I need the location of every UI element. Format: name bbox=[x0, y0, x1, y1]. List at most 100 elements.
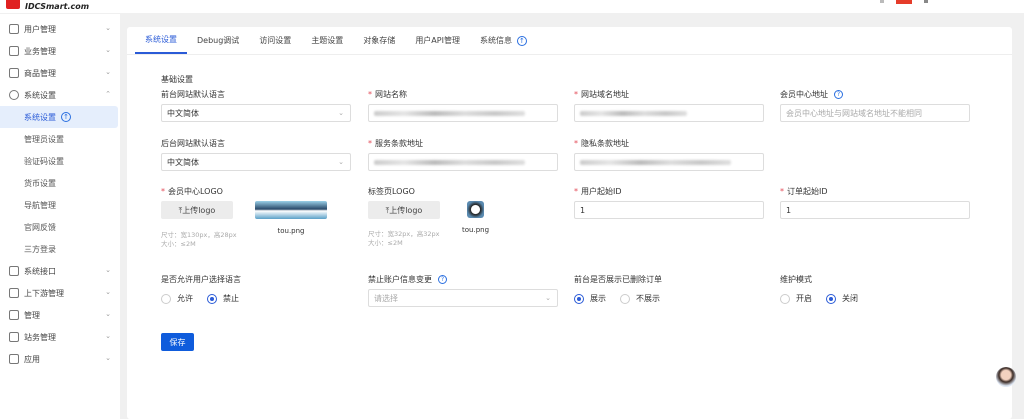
label: 管理 bbox=[24, 310, 40, 320]
chevron-down-icon: ⌄ bbox=[105, 266, 111, 274]
chevron-down-icon: ⌄ bbox=[105, 68, 111, 76]
site-name-field: * 网站名称 bbox=[368, 88, 558, 122]
label: 上下游管理 bbox=[24, 288, 64, 298]
tab-logo-field: 标签页LOGO ⤒上传logo tou.png 尺寸：宽32px，高32px 大小… bbox=[368, 185, 558, 248]
site-name-input[interactable] bbox=[368, 104, 558, 122]
label: 网站域名地址 bbox=[581, 89, 629, 99]
help-icon[interactable]: ? bbox=[834, 89, 843, 99]
network-icon bbox=[9, 288, 19, 298]
file-name: tou.png bbox=[462, 226, 490, 234]
scrollbar[interactable] bbox=[1012, 27, 1024, 419]
site-domain-input[interactable] bbox=[574, 104, 764, 122]
label: 系统信息 bbox=[479, 36, 512, 45]
upload-tab-logo-button[interactable]: ⤒上传logo bbox=[368, 201, 440, 219]
user-icon bbox=[9, 24, 19, 34]
logo-text: IDCSmart.com bbox=[25, 1, 90, 11]
badge-icon[interactable] bbox=[896, 0, 912, 4]
chevron-down-icon: ⌄ bbox=[105, 24, 111, 32]
tab-system-settings[interactable]: 系统设置 bbox=[135, 27, 187, 54]
required-mark: * bbox=[161, 186, 165, 196]
notification-icon[interactable] bbox=[880, 0, 884, 3]
sidebar-subitem-captcha[interactable]: 验证码设置 bbox=[0, 150, 120, 172]
sidebar-item-business[interactable]: 业务管理 ⌄ bbox=[0, 40, 120, 62]
required-mark: * bbox=[574, 186, 578, 196]
tab-access[interactable]: 访问设置 bbox=[249, 27, 301, 54]
cart-icon bbox=[9, 68, 19, 78]
member-url-input[interactable]: 会员中心地址与网站域名地址不能相同 bbox=[780, 104, 970, 122]
sidebar-item-system[interactable]: 系统设置 ⌃ bbox=[0, 84, 120, 106]
sidebar-subitem-system-settings[interactable]: 系统设置 ↑ bbox=[0, 106, 118, 128]
radio-show[interactable]: 展示 bbox=[574, 293, 606, 304]
label: 前台网站默认语言 bbox=[161, 89, 225, 99]
upload-member-logo-button[interactable]: ⤒上传logo bbox=[161, 201, 233, 219]
label: 隐私条款地址 bbox=[581, 138, 629, 148]
label: 应用 bbox=[24, 354, 40, 364]
chevron-down-icon: ⌄ bbox=[545, 294, 551, 302]
folder-plus-icon bbox=[9, 332, 19, 342]
required-mark: * bbox=[368, 138, 372, 148]
tab-system-info[interactable]: 系统信息 ↑ bbox=[470, 27, 537, 54]
radio-forbid[interactable]: 禁止 bbox=[207, 293, 239, 304]
required-mark: * bbox=[780, 186, 784, 196]
sidebar-item-user[interactable]: 用户管理 ⌄ bbox=[0, 18, 120, 40]
show-deleted-field: 前台是否展示已删除订单 展示 不展示 bbox=[574, 273, 764, 304]
tab-storage[interactable]: 对象存储 bbox=[353, 27, 405, 54]
tab-bar: 系统设置 Debug调试 访问设置 主题设置 对象存储 用户API管理 系统信息… bbox=[127, 27, 1012, 55]
user-start-id-input[interactable]: 1 bbox=[574, 201, 764, 219]
radio-circle bbox=[620, 293, 630, 304]
admin-lang-select[interactable]: 中文简体 ⌄ bbox=[161, 153, 351, 171]
sidebar-item-api[interactable]: 系统接口 ⌄ bbox=[0, 260, 120, 282]
radio-circle bbox=[161, 293, 171, 304]
tab-user-api[interactable]: 用户API管理 bbox=[405, 27, 470, 54]
box-icon bbox=[9, 354, 19, 364]
maintenance-field: 维护模式 开启 关闭 bbox=[780, 273, 970, 304]
logo[interactable]: IDCSmart.com bbox=[6, 0, 89, 12]
sidebar-subitem-currency[interactable]: 货币设置 bbox=[0, 172, 120, 194]
user-menu-icon[interactable] bbox=[924, 0, 928, 3]
user-start-id-field: * 用户起始ID 1 bbox=[574, 185, 764, 219]
chevron-down-icon: ⌄ bbox=[338, 109, 344, 117]
sidebar-item-apps[interactable]: 应用 ⌄ bbox=[0, 348, 120, 370]
order-start-id-input[interactable]: 1 bbox=[780, 201, 970, 219]
radio-allow[interactable]: 允许 bbox=[161, 293, 193, 304]
front-lang-select[interactable]: 中文简体 ⌄ bbox=[161, 104, 351, 122]
spark-icon bbox=[9, 310, 19, 320]
label: 订单起始ID bbox=[787, 186, 828, 196]
tab-theme[interactable]: 主题设置 bbox=[301, 27, 353, 54]
forbid-change-select[interactable]: 请选择 ⌄ bbox=[368, 289, 558, 307]
sidebar-item-upstream[interactable]: 上下游管理 ⌄ bbox=[0, 282, 120, 304]
sidebar-item-product[interactable]: 商品管理 ⌄ bbox=[0, 62, 120, 84]
chevron-down-icon: ⌄ bbox=[105, 288, 111, 296]
save-button[interactable]: 保存 bbox=[161, 333, 194, 351]
sidebar-subitem-navigation[interactable]: 导航管理 bbox=[0, 194, 120, 216]
radio-circle bbox=[780, 293, 790, 304]
document-icon bbox=[9, 46, 19, 56]
file-name: tou.png bbox=[277, 227, 305, 235]
required-mark: * bbox=[574, 89, 578, 99]
radio-on[interactable]: 开启 bbox=[780, 293, 812, 304]
sidebar-item-site[interactable]: 站务管理 ⌄ bbox=[0, 326, 120, 348]
sidebar-subitem-feedback[interactable]: 官网反馈 bbox=[0, 216, 120, 238]
radio-off[interactable]: 关闭 bbox=[826, 293, 858, 304]
settings-card: 系统设置 Debug调试 访问设置 主题设置 对象存储 用户API管理 系统信息… bbox=[127, 27, 1012, 419]
chevron-down-icon: ⌄ bbox=[105, 46, 111, 54]
label: 不展示 bbox=[636, 294, 660, 303]
section-title: 基础设置 bbox=[161, 75, 193, 84]
front-lang-field: 前台网站默认语言 中文简体 ⌄ bbox=[161, 88, 351, 122]
label: 关闭 bbox=[842, 294, 858, 303]
tab-debug[interactable]: Debug调试 bbox=[187, 27, 249, 54]
value: 1 bbox=[580, 205, 586, 215]
sidebar-subitem-oauth[interactable]: 三方登录 bbox=[0, 238, 120, 260]
radio-circle-checked bbox=[826, 293, 836, 304]
sidebar-subitem-admin[interactable]: 管理员设置 bbox=[0, 128, 120, 150]
sidebar-item-manage[interactable]: 管理 ⌄ bbox=[0, 304, 120, 326]
filesize-hint: 大小：≤2M bbox=[161, 240, 196, 248]
upgrade-icon: ↑ bbox=[61, 112, 71, 122]
help-icon[interactable]: ? bbox=[438, 274, 447, 284]
privacy-url-input[interactable] bbox=[574, 153, 764, 171]
tab-logo-preview bbox=[467, 201, 484, 218]
label: 标签页LOGO bbox=[368, 186, 415, 196]
radio-hide[interactable]: 不展示 bbox=[620, 293, 660, 304]
terms-url-input[interactable] bbox=[368, 153, 558, 171]
assistant-avatar[interactable] bbox=[996, 367, 1016, 387]
